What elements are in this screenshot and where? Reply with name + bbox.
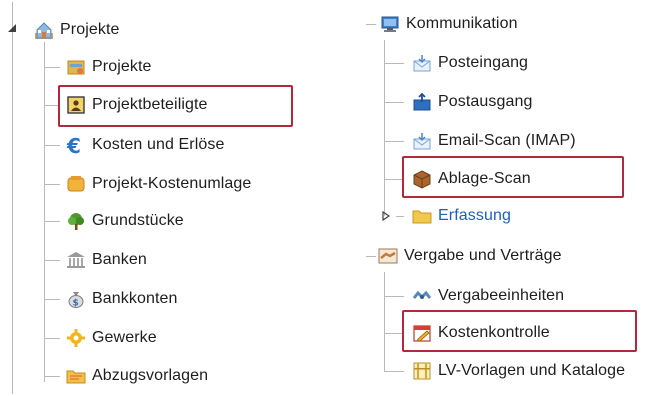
svg-text:$: $ [73, 299, 79, 309]
gear-icon [66, 328, 86, 348]
email-scan-icon [412, 131, 432, 151]
tree-line [44, 221, 60, 222]
project-folder-icon [66, 57, 86, 77]
tree-line [384, 272, 385, 372]
tree-item-kommunikation[interactable]: Kommunikation [380, 9, 518, 39]
right-tree: Kommunikation Posteingang Postausgang Em… [360, 0, 666, 396]
tree-line [44, 338, 60, 339]
tree-line [44, 260, 60, 261]
catalog-icon [412, 361, 432, 381]
tree-item-label: Bankkonten [92, 290, 178, 307]
inbox-icon [412, 53, 432, 73]
tree-item-postausgang[interactable]: Postausgang [412, 87, 533, 117]
network-computer-icon [380, 14, 400, 34]
bank-icon [66, 250, 86, 270]
tree-line [384, 40, 385, 216]
tree-item-label: Abzugsvorlagen [92, 367, 209, 384]
tree-line [44, 299, 60, 300]
tree-line [366, 256, 376, 257]
tree-item-label: Banken [92, 251, 147, 268]
projects-house-icon [34, 20, 54, 40]
highlight-box [58, 85, 293, 127]
tree-line [366, 24, 376, 25]
tree-item-posteingang[interactable]: Posteingang [412, 48, 528, 78]
tree-line [12, 2, 13, 394]
left-tree: Projekte Projekte Projektbeteiligte € Ko… [0, 0, 330, 396]
tree-item-label: Vergabe und Verträge [404, 247, 562, 264]
tree-item-label: Posteingang [438, 54, 529, 71]
tree-item-label: Postausgang [438, 93, 533, 110]
tree-item-label: Projekte [60, 21, 120, 38]
collapsed-triangle-icon [382, 211, 391, 221]
tree-line [396, 216, 404, 217]
tree-item-projekt-kostenumlage[interactable]: Projekt-Kostenumlage [66, 169, 251, 199]
tree-item-projekte-root[interactable]: Projekte [34, 15, 120, 45]
tree-item-projekte[interactable]: Projekte [66, 52, 152, 82]
euro-icon: € [66, 135, 86, 155]
tree-line [44, 376, 60, 377]
tree-item-label: Kosten und Erlöse [92, 136, 225, 153]
tree-item-vergabeeinheiten[interactable]: Vergabeeinheiten [412, 281, 564, 311]
cost-allocation-icon [66, 174, 86, 194]
tree-item-erfassung[interactable]: Erfassung [412, 201, 511, 231]
tree-line [44, 67, 60, 68]
expand-toggle[interactable] [6, 22, 18, 34]
money-bag-icon: $ [66, 289, 86, 309]
expanded-triangle-icon [8, 24, 16, 32]
tree-item-lv-vorlagen[interactable]: LV-Vorlagen und Kataloge [412, 356, 625, 386]
tree-line [44, 145, 60, 146]
tree-line [384, 296, 404, 297]
tree-item-label: Projekt-Kostenumlage [92, 175, 252, 192]
handshake-icon [378, 246, 398, 266]
tree-line [384, 141, 404, 142]
tree-item-label: Email-Scan (IMAP) [438, 132, 576, 149]
tree-item-label: Gewerke [92, 329, 157, 346]
tree-icon [66, 211, 86, 231]
tree-item-bankkonten[interactable]: $ Bankkonten [66, 284, 178, 314]
tree-line [384, 371, 404, 372]
tree-item-label: Erfassung [438, 207, 511, 224]
tree-item-kosten-und-erloese[interactable]: € Kosten und Erlöse [66, 130, 224, 160]
highlight-box [402, 310, 637, 352]
outbox-icon [412, 92, 432, 112]
tree-line [384, 102, 404, 103]
tree-item-abzugsvorlagen[interactable]: Abzugsvorlagen [66, 361, 208, 391]
tree-item-label: LV-Vorlagen und Kataloge [438, 362, 626, 379]
tree-item-email-scan[interactable]: Email-Scan (IMAP) [412, 126, 576, 156]
tree-item-label: Projekte [92, 58, 152, 75]
tree-item-label: Grundstücke [92, 212, 184, 229]
tree-line [44, 42, 45, 382]
tree-item-label: Vergabeeinheiten [438, 287, 565, 304]
svg-text:€: € [66, 135, 81, 155]
expand-toggle[interactable] [380, 210, 392, 222]
tree-item-label: Kommunikation [406, 15, 518, 32]
handshake-small-icon [412, 286, 432, 306]
tree-line [384, 333, 404, 334]
folder-icon [412, 206, 432, 226]
tree-line [384, 63, 404, 64]
highlight-box [402, 156, 624, 198]
tree-item-vergabe-und-vertraege[interactable]: Vergabe und Verträge [378, 241, 562, 271]
tree-line [44, 184, 60, 185]
tree-item-grundstuecke[interactable]: Grundstücke [66, 206, 184, 236]
tree-line [384, 179, 404, 180]
tree-item-gewerke[interactable]: Gewerke [66, 323, 157, 353]
tree-item-banken[interactable]: Banken [66, 245, 147, 275]
folder-template-icon [66, 366, 86, 386]
